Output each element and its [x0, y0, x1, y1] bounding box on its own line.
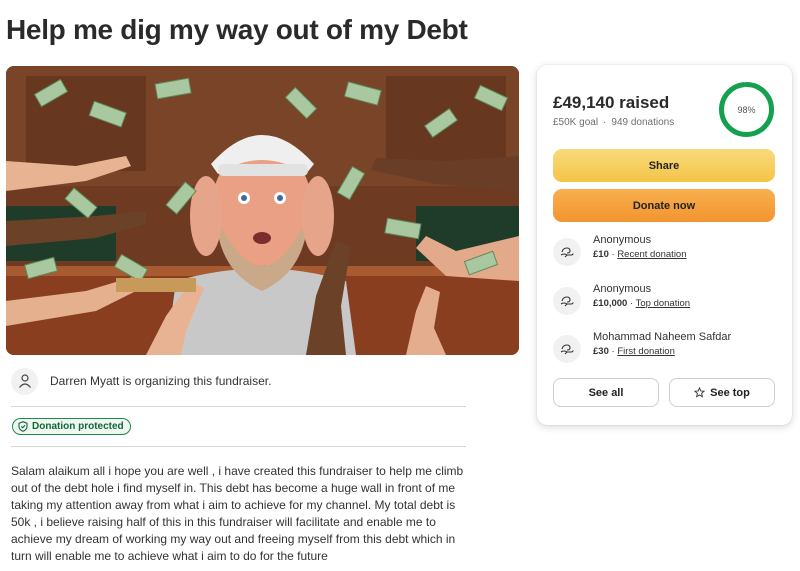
donation-tag-link[interactable]: First donation — [617, 346, 675, 357]
divider — [11, 406, 466, 407]
organizer-avatar — [11, 367, 38, 395]
donation-amount: £30 — [593, 346, 609, 357]
donation-amount: £10,000 — [593, 298, 628, 309]
see-all-button[interactable]: See all — [553, 378, 659, 407]
progress-ring: 98% — [717, 80, 776, 139]
progress-percent: 98% — [737, 104, 756, 115]
separator-dot: · — [603, 117, 607, 128]
donation-protected-badge[interactable]: Donation protected — [12, 418, 131, 435]
donation-card: £49,140 raised £50K goal · 949 donations 9… — [537, 65, 792, 425]
hero-image — [6, 66, 519, 355]
see-top-label: See top — [710, 386, 750, 399]
donation-count: 949 donations — [611, 117, 675, 128]
organizer-row: Darren Myatt is organizing this fundrais… — [11, 367, 466, 395]
donation-hand-icon — [553, 238, 581, 266]
shield-icon — [18, 421, 28, 432]
see-top-button[interactable]: See top — [669, 378, 775, 407]
donation-tag-link[interactable]: Recent donation — [617, 249, 686, 260]
donor-name: Mohammad Naheem Safdar — [593, 331, 732, 343]
donate-now-button[interactable]: Donate now — [553, 189, 775, 222]
goal-amount: £50K goal — [553, 117, 599, 128]
page-title: Help me dig my way out of my Debt — [6, 14, 468, 45]
share-button[interactable]: Share — [553, 149, 775, 182]
donor-name: Anonymous — [593, 283, 652, 295]
donation-item: Anonymous £10 · Recent donation — [553, 233, 778, 269]
organizer-text: Darren Myatt is organizing this fundrais… — [50, 374, 272, 388]
donation-item: Mohammad Naheem Safdar £30 · First donat… — [553, 330, 778, 366]
donation-hand-icon — [553, 287, 581, 315]
divider — [11, 446, 466, 447]
star-icon — [694, 387, 706, 398]
user-icon — [18, 374, 31, 388]
donation-item: Anonymous £10,000 · Top donation — [553, 282, 778, 318]
story-text: Salam alaikum all i hope you are well , … — [11, 464, 464, 563]
donation-amount: £10 — [593, 249, 609, 260]
donation-tag-link[interactable]: Top donation — [636, 298, 690, 309]
amount-raised: £49,140 raised — [553, 93, 670, 112]
badge-label: Donation protected — [32, 421, 124, 432]
donor-name: Anonymous — [593, 234, 652, 246]
goal-meta: £50K goal · 949 donations — [553, 117, 674, 128]
hero-illustration — [6, 66, 519, 355]
donation-hand-icon — [553, 335, 581, 363]
